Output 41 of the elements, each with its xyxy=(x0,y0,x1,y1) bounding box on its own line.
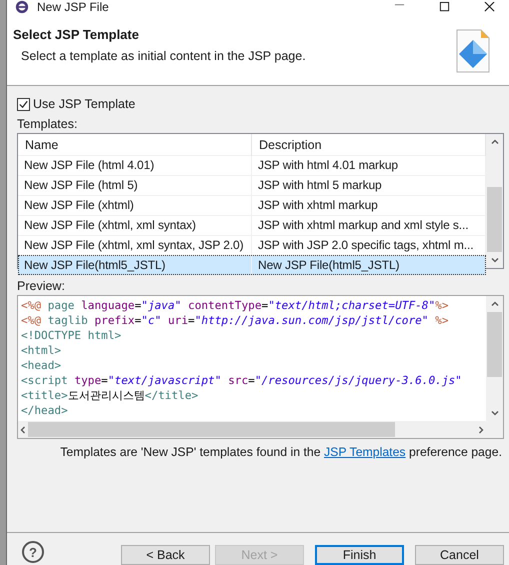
window-title: New JSP File xyxy=(37,0,109,14)
close-icon[interactable] xyxy=(484,2,495,12)
use-template-checkbox[interactable] xyxy=(17,98,30,110)
help-button[interactable]: ? xyxy=(22,541,44,563)
scroll-right-icon[interactable] xyxy=(476,424,486,434)
page-description: Select a template as initial content in the JSP page. xyxy=(20,49,307,63)
maximize-icon[interactable] xyxy=(439,2,450,12)
scrollbar[interactable] xyxy=(486,134,503,268)
code-line: <%@ taglib prefix="c" uri="http://java.sun.com/jsp/jstl/core" %> xyxy=(21,313,450,328)
scroll-down-icon[interactable] xyxy=(490,255,500,265)
code-line: <head> xyxy=(21,358,62,373)
table-cell: New JSP File (html 5) xyxy=(18,176,252,195)
preview-label: Preview: xyxy=(17,279,66,295)
table-cell: New JSP File(html5_JSTL) xyxy=(18,256,252,275)
code-line: </head> xyxy=(21,403,69,418)
table-cell: New JSP File (xhtml) xyxy=(18,196,252,215)
dialog-button[interactable]: < Back xyxy=(121,545,210,565)
jsp-templates-link[interactable]: JSP Templates xyxy=(324,445,406,459)
template-row[interactable]: New JSP File (html 5) JSP with html 5 markup xyxy=(18,175,486,195)
use-template-label[interactable]: Use JSP Template xyxy=(33,97,136,111)
table-cell: New JSP File (html 4.01) xyxy=(18,156,252,175)
page-title: Select JSP Template xyxy=(13,27,140,42)
template-row[interactable]: New JSP File (xhtml) JSP with xhtml markup xyxy=(18,195,486,215)
templates-label: Templates: xyxy=(17,117,78,133)
code-line: <script type="text/javascript" src="/resources/js/jquery-3.6.0.js" xyxy=(21,373,463,388)
code-line: <!DOCTYPE html> xyxy=(21,328,122,343)
dialog-button[interactable]: Cancel xyxy=(415,545,504,565)
scroll-down-icon[interactable] xyxy=(490,408,500,418)
scrollbar[interactable] xyxy=(486,296,503,421)
dialog-button[interactable]: Finish xyxy=(315,545,404,565)
code-line: <html> xyxy=(21,343,62,358)
template-row[interactable]: New JSP File (xhtml, xml syntax) JSP with xhtml markup and xml style s... xyxy=(18,215,486,235)
template-row[interactable]: New JSP File (html 4.01) JSP with html 4.01 markup xyxy=(18,155,486,175)
template-row[interactable]: New JSP File(html5_JSTL) New JSP File(html5_JSTL) xyxy=(18,255,486,275)
templates-note: Templates are 'New JSP' templates found in the JSP Templates preference page. xyxy=(59,445,503,459)
scroll-left-icon[interactable] xyxy=(18,424,28,434)
column-header[interactable]: Name xyxy=(18,134,252,156)
table-cell: New JSP File (xhtml, xml syntax) xyxy=(18,216,252,235)
code-line: <title>도서관리시스템</title> xyxy=(21,388,200,403)
scrollbar[interactable] xyxy=(18,421,503,438)
code-line: <%@ page language="java" contentType="text/html;charset=UTF-8"%> xyxy=(21,298,450,313)
